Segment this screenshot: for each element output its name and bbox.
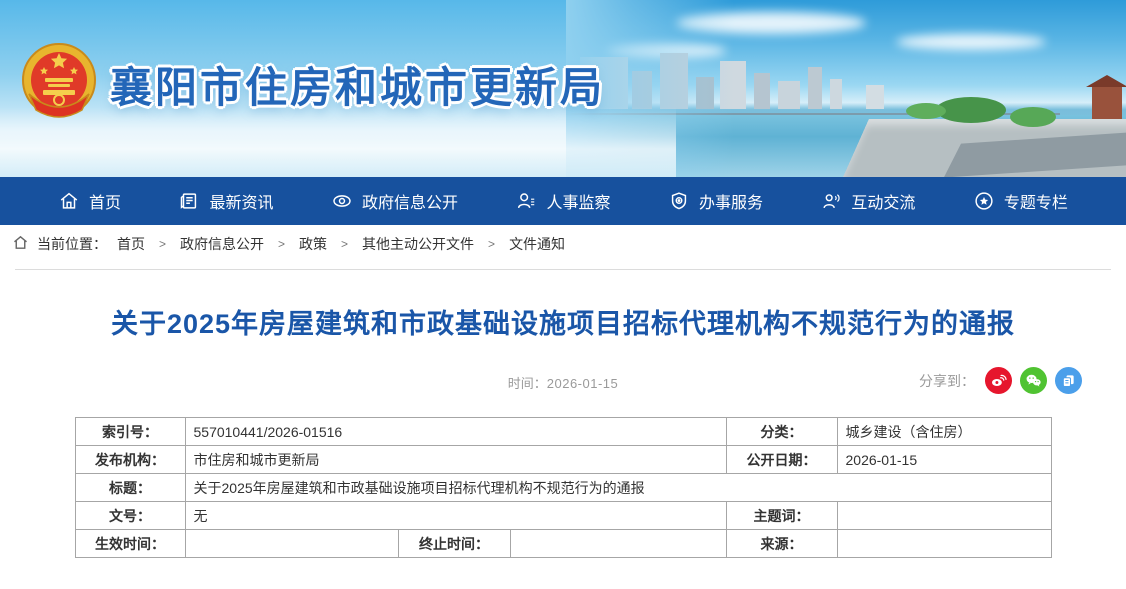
index-no-value: 557010441/2026-01516 xyxy=(185,418,726,446)
publish-date-value: 2026-01-15 xyxy=(837,446,1051,474)
breadcrumb-separator: > xyxy=(159,237,166,251)
doc-title-value: 关于2025年房屋建筑和市政基础设施项目招标代理机构不规范行为的通报 xyxy=(185,474,1051,502)
table-row: 索引号： 557010441/2026-01516 分类： 城乡建设（含住房） xyxy=(75,418,1051,446)
article-main: 关于2025年房屋建筑和市政基础设施项目招标代理机构不规范行为的通报 时间：20… xyxy=(0,302,1126,558)
breadcrumb-item-doc-notice[interactable]: 文件通知 xyxy=(509,234,565,254)
effective-date-label: 生效时间： xyxy=(75,530,185,558)
nav-item-label: 人事监察 xyxy=(546,189,610,213)
breadcrumb-separator: > xyxy=(278,237,285,251)
weibo-icon[interactable] xyxy=(985,367,1012,394)
nav-item-label: 最新资讯 xyxy=(209,189,273,213)
index-no-label: 索引号： xyxy=(75,418,185,446)
publisher-value: 市住房和城市更新局 xyxy=(185,446,726,474)
chat-people-icon xyxy=(820,190,842,212)
category-value: 城乡建设（含住房） xyxy=(837,418,1051,446)
haze-overlay xyxy=(0,107,676,177)
doc-no-label: 文号： xyxy=(75,502,185,530)
source-value xyxy=(837,530,1051,558)
article-title: 关于2025年房屋建筑和市政基础设施项目招标代理机构不规范行为的通报 xyxy=(0,302,1126,341)
star-icon xyxy=(973,190,995,212)
nav-item-home[interactable]: 首页 xyxy=(58,189,121,213)
end-date-label: 终止时间： xyxy=(398,530,510,558)
nav-item-label: 政府信息公开 xyxy=(362,189,458,213)
keywords-value xyxy=(837,502,1051,530)
article-meta-row: 时间：2026-01-15 分享到： xyxy=(0,365,1126,397)
time-value: 2026-01-15 xyxy=(547,376,619,391)
nav-item-interaction[interactable]: 互动交流 xyxy=(820,189,915,213)
keywords-label: 主题词： xyxy=(726,502,837,530)
home-icon xyxy=(58,190,80,212)
eye-icon xyxy=(331,190,353,212)
main-nav: 首页 最新资讯 政府信息公开 人事监察 xyxy=(0,177,1126,225)
table-row: 发布机构： 市住房和城市更新局 公开日期： 2026-01-15 xyxy=(75,446,1051,474)
table-row: 文号： 无 主题词： xyxy=(75,502,1051,530)
time-label: 时间： xyxy=(508,376,547,391)
news-icon xyxy=(178,190,200,212)
wechat-icon[interactable] xyxy=(1020,367,1047,394)
breadcrumb-separator: > xyxy=(488,237,495,251)
breadcrumb-item-gov-info[interactable]: 政府信息公开 xyxy=(180,234,264,254)
breadcrumb-divider xyxy=(15,269,1111,270)
source-label: 来源： xyxy=(726,530,837,558)
breadcrumb-item-other-public-docs[interactable]: 其他主动公开文件 xyxy=(362,234,474,254)
person-icon xyxy=(515,190,537,212)
breadcrumb-prefix: 当前位置： xyxy=(37,234,107,254)
end-date-value xyxy=(510,530,726,558)
nav-item-label: 办事服务 xyxy=(699,189,763,213)
national-emblem-icon xyxy=(18,40,100,130)
nav-item-label: 首页 xyxy=(89,189,121,213)
doc-title-label: 标题： xyxy=(75,474,185,502)
nav-item-label: 专题专栏 xyxy=(1004,189,1068,213)
nav-item-news[interactable]: 最新资讯 xyxy=(178,189,273,213)
nav-item-label: 互动交流 xyxy=(851,189,915,213)
breadcrumb: 当前位置： 首页 > 政府信息公开 > 政策 > 其他主动公开文件 > 文件通知 xyxy=(0,225,1126,262)
page: 襄阳市住房和城市更新局 首页 最新资讯 政府信息公开 xyxy=(0,0,1126,589)
category-label: 分类： xyxy=(726,418,837,446)
nav-item-special-topics[interactable]: 专题专栏 xyxy=(973,189,1068,213)
share-label: 分享到： xyxy=(919,371,975,391)
table-row: 标题： 关于2025年房屋建筑和市政基础设施项目招标代理机构不规范行为的通报 xyxy=(75,474,1051,502)
breadcrumb-item-policy[interactable]: 政策 xyxy=(299,234,327,254)
table-row: 生效时间： 终止时间： 来源： xyxy=(75,530,1051,558)
doc-no-value: 无 xyxy=(185,502,726,530)
breadcrumb-home-icon xyxy=(12,234,29,254)
breadcrumb-separator: > xyxy=(341,237,348,251)
breadcrumb-item-home[interactable]: 首页 xyxy=(117,234,145,254)
effective-date-value xyxy=(185,530,398,558)
nav-item-services[interactable]: 办事服务 xyxy=(668,189,763,213)
nav-item-gov-info[interactable]: 政府信息公开 xyxy=(331,189,458,213)
site-banner: 襄阳市住房和城市更新局 xyxy=(0,0,1126,177)
share-bar: 分享到： xyxy=(919,367,1082,394)
nav-item-personnel[interactable]: 人事监察 xyxy=(515,189,610,213)
copy-icon[interactable] xyxy=(1055,367,1082,394)
publish-date-label: 公开日期： xyxy=(726,446,837,474)
publisher-label: 发布机构： xyxy=(75,446,185,474)
shield-icon xyxy=(668,190,690,212)
document-meta-table: 索引号： 557010441/2026-01516 分类： 城乡建设（含住房） … xyxy=(75,417,1052,558)
site-title[interactable]: 襄阳市住房和城市更新局 xyxy=(110,54,605,115)
